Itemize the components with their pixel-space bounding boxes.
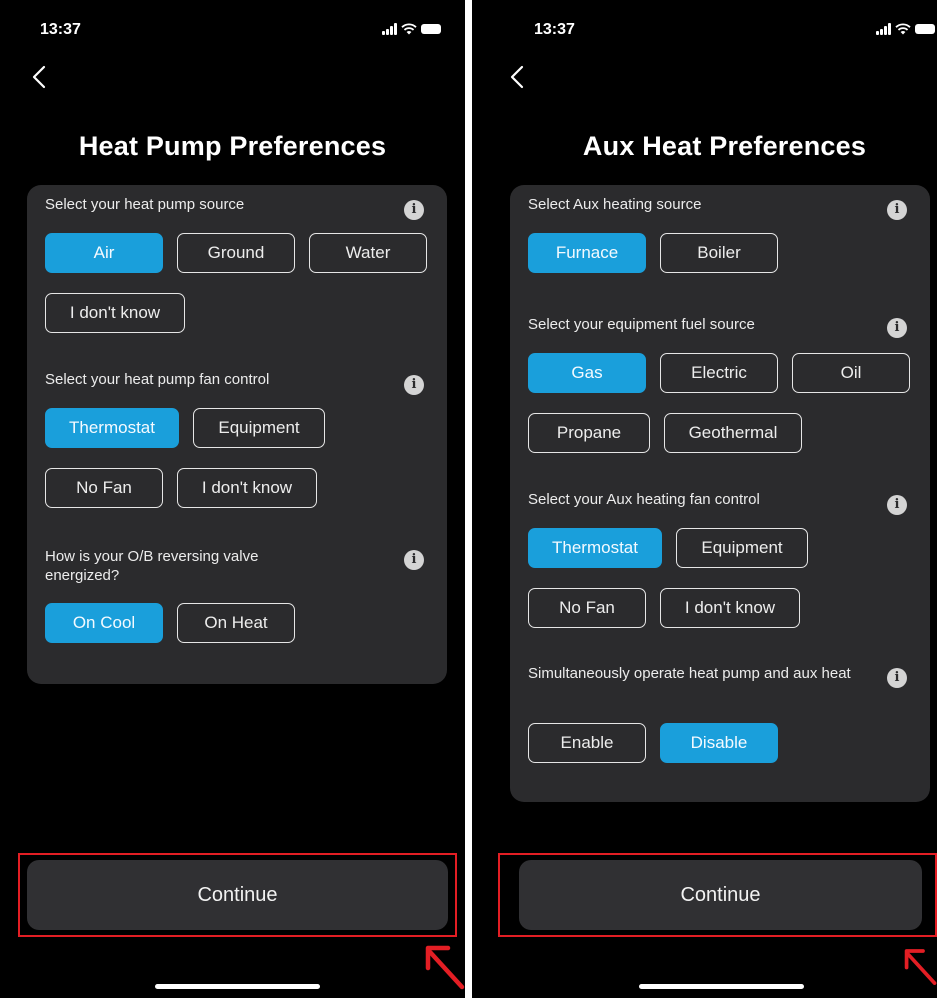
status-time: 13:37 (40, 21, 81, 38)
option-oil[interactable]: Oil (792, 353, 910, 393)
info-icon[interactable]: i (404, 550, 424, 570)
question-fuel-source: Select your equipment fuel source (528, 316, 755, 333)
info-icon[interactable]: i (887, 318, 907, 338)
status-icons (382, 23, 441, 35)
option-gas[interactable]: Gas (528, 353, 646, 393)
question-heat-pump-source: Select your heat pump source (45, 196, 245, 213)
option-furnace[interactable]: Furnace (528, 233, 646, 273)
info-icon[interactable]: i (887, 495, 907, 515)
status-icons (876, 23, 935, 35)
option-no-fan[interactable]: No Fan (45, 468, 163, 508)
red-arrow-icon (425, 945, 465, 990)
continue-button[interactable]: Continue (27, 860, 448, 930)
page-title: Heat Pump Preferences (78, 131, 387, 161)
info-icon[interactable]: i (404, 200, 424, 220)
option-thermostat[interactable]: Thermostat (45, 408, 179, 448)
option-equipment[interactable]: Equipment (193, 408, 325, 448)
status-time: 13:37 (534, 21, 575, 38)
option-enable[interactable]: Enable (528, 723, 646, 763)
option-i-dont-know[interactable]: I don't know (177, 468, 317, 508)
option-on-cool[interactable]: On Cool (45, 603, 163, 643)
aux-heat-preferences-screen: 13:37 Aux Heat Preferences Select Aux he… (472, 0, 937, 998)
option-disable[interactable]: Disable (660, 723, 778, 763)
cellular-signal-icon (876, 23, 891, 35)
question-simultaneous-operation: Simultaneously operate heat pump and aux… (528, 665, 851, 682)
preferences-card: Select your heat pump source i Air Groun… (27, 185, 447, 684)
question-ob-reversing-valve: How is your O/B reversing valve energize… (45, 548, 259, 584)
option-equipment[interactable]: Equipment (676, 528, 808, 568)
status-bar: 13:37 (0, 19, 465, 43)
question-aux-heating-source: Select Aux heating source (528, 196, 702, 213)
home-indicator (639, 984, 804, 989)
option-i-dont-know[interactable]: I don't know (45, 293, 185, 333)
heat-pump-preferences-screen: 13:37 Heat Pump Preferences Select your … (0, 0, 465, 998)
question-aux-fan-control: Select your Aux heating fan control (528, 491, 760, 508)
preferences-card: Select Aux heating source i Furnace Boil… (510, 185, 930, 802)
battery-icon (915, 24, 935, 34)
option-geothermal[interactable]: Geothermal (664, 413, 802, 453)
option-on-heat[interactable]: On Heat (177, 603, 295, 643)
option-i-dont-know[interactable]: I don't know (660, 588, 800, 628)
option-no-fan[interactable]: No Fan (528, 588, 646, 628)
option-electric[interactable]: Electric (660, 353, 778, 393)
page-title: Aux Heat Preferences (582, 131, 867, 161)
option-thermostat[interactable]: Thermostat (528, 528, 662, 568)
back-chevron-icon[interactable] (28, 64, 54, 90)
status-bar: 13:37 (472, 19, 937, 43)
continue-button[interactable]: Continue (519, 860, 922, 930)
info-icon[interactable]: i (887, 200, 907, 220)
info-icon[interactable]: i (887, 668, 907, 688)
wifi-icon (895, 23, 911, 35)
option-boiler[interactable]: Boiler (660, 233, 778, 273)
question-fan-control: Select your heat pump fan control (45, 371, 270, 388)
option-ground[interactable]: Ground (177, 233, 295, 273)
info-icon[interactable]: i (404, 375, 424, 395)
back-chevron-icon[interactable] (506, 64, 532, 90)
option-water[interactable]: Water (309, 233, 427, 273)
option-air[interactable]: Air (45, 233, 163, 273)
option-propane[interactable]: Propane (528, 413, 650, 453)
red-arrow-icon (904, 949, 937, 985)
cellular-signal-icon (382, 23, 397, 35)
battery-icon (421, 24, 441, 34)
home-indicator (155, 984, 320, 989)
wifi-icon (401, 23, 417, 35)
